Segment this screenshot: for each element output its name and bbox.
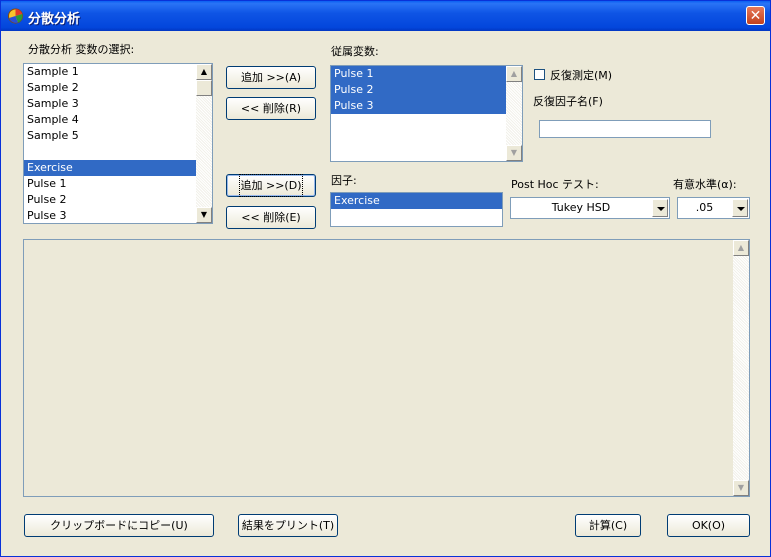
chevron-down-icon[interactable]	[652, 199, 668, 217]
variable-list-label: 分散分析 変数の選択:	[28, 43, 135, 56]
list-item[interactable]: Pulse 2	[24, 192, 212, 208]
calculate-label: 計算(C)	[588, 519, 628, 532]
list-item[interactable]: Sample 2	[24, 80, 212, 96]
copy-to-clipboard-button[interactable]: クリップボードにコピー(U)	[24, 514, 214, 537]
add-factor-label: 追加 >>(D)	[238, 174, 304, 197]
alpha-select[interactable]: .05	[677, 197, 750, 219]
list-item[interactable]: Exercise	[24, 160, 212, 176]
dependent-label: 従属変数:	[331, 45, 379, 58]
list-item[interactable]	[24, 144, 212, 160]
list-item[interactable]: Sample 5	[24, 128, 212, 144]
ok-label: OK(O)	[691, 519, 726, 532]
dependent-scrollbar[interactable]: ▲ ▼	[506, 66, 522, 161]
copy-label: クリップボードにコピー(U)	[50, 519, 188, 532]
remove-dependent-label: << 削除(R)	[240, 102, 302, 115]
repeated-factor-name-label: 反復因子名(F)	[533, 95, 603, 108]
remove-factor-button[interactable]: << 削除(E)	[226, 206, 316, 229]
anova-dialog: 分散分析 ✕ 分散分析 変数の選択: Sample 1 Sample 2 Sampl…	[0, 0, 771, 557]
add-dependent-label: 追加 >>(A)	[240, 71, 302, 84]
scroll-down-button[interactable]: ▼	[506, 145, 522, 161]
alpha-label: 有意水準(α):	[673, 178, 737, 191]
add-factor-button[interactable]: 追加 >>(D)	[226, 174, 316, 197]
scroll-up-button[interactable]: ▲	[733, 240, 749, 256]
app-icon	[8, 8, 23, 24]
remove-dependent-button[interactable]: << 削除(R)	[226, 97, 316, 120]
factor-list-items: Exercise	[331, 193, 502, 209]
repeated-measures-checkbox[interactable]	[534, 69, 545, 80]
posthoc-label: Post Hoc テスト:	[511, 178, 599, 191]
results-scrollbar[interactable]: ▲ ▼	[733, 240, 749, 496]
list-item[interactable]: Pulse 1	[24, 176, 212, 192]
alpha-value: .05	[695, 201, 714, 214]
repeated-measures-label: 反復測定(M)	[550, 69, 613, 82]
close-icon: ✕	[749, 8, 762, 24]
print-results-button[interactable]: 結果をプリント(T)	[238, 514, 338, 537]
factor-listbox[interactable]: Exercise	[330, 192, 503, 227]
list-item[interactable]: Pulse 2	[331, 82, 522, 98]
calculate-button[interactable]: 計算(C)	[575, 514, 641, 537]
scroll-up-button[interactable]: ▲	[196, 64, 212, 80]
dependent-list-items: Pulse 1 Pulse 2 Pulse 3	[331, 66, 522, 114]
chevron-down-icon[interactable]	[732, 199, 748, 217]
add-dependent-button[interactable]: 追加 >>(A)	[226, 66, 316, 89]
title-bar[interactable]: 分散分析 ✕	[1, 1, 770, 31]
scroll-down-button[interactable]: ▼	[733, 480, 749, 496]
remove-factor-label: << 削除(E)	[241, 211, 301, 224]
list-item[interactable]: Sample 3	[24, 96, 212, 112]
list-item[interactable]: Pulse 1	[331, 66, 522, 82]
repeated-factor-name-input[interactable]	[539, 120, 711, 138]
variable-listbox[interactable]: Sample 1 Sample 2 Sample 3 Sample 4 Sample 5…	[23, 63, 213, 224]
close-button[interactable]: ✕	[746, 6, 765, 25]
dependent-listbox[interactable]: Pulse 1 Pulse 2 Pulse 3 ▲ ▼	[330, 65, 523, 162]
variable-list-scrollbar[interactable]: ▲ ▼	[196, 64, 212, 223]
list-item[interactable]: Pulse 3	[331, 98, 522, 114]
list-item[interactable]: Sample 1	[24, 64, 212, 80]
scroll-thumb[interactable]	[196, 80, 212, 96]
list-item[interactable]: Pulse 3	[24, 208, 212, 223]
window-title: 分散分析	[28, 12, 81, 27]
scroll-up-button[interactable]: ▲	[506, 66, 522, 82]
variable-list-items: Sample 1 Sample 2 Sample 3 Sample 4 Sample 5…	[24, 64, 212, 223]
results-output-area[interactable]: ▲ ▼	[23, 239, 750, 497]
list-item[interactable]: Exercise	[331, 193, 502, 209]
posthoc-select[interactable]: Tukey HSD	[510, 197, 670, 219]
posthoc-value: Tukey HSD	[551, 201, 611, 214]
list-item[interactable]: Sample 4	[24, 112, 212, 128]
ok-button[interactable]: OK(O)	[667, 514, 750, 537]
factor-label: 因子:	[331, 174, 357, 187]
print-label: 結果をプリント(T)	[241, 519, 335, 532]
scroll-down-button[interactable]: ▼	[196, 207, 212, 223]
